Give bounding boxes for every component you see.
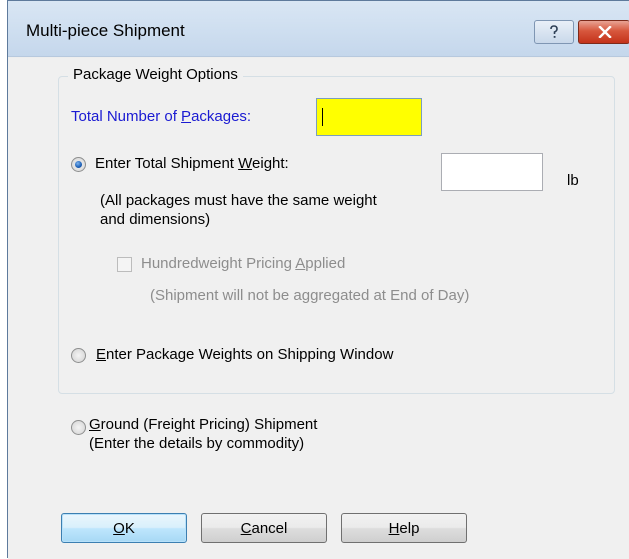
- label-text: nter Package Weights on Shipping Window: [106, 346, 394, 363]
- cancel-button[interactable]: Cancel: [201, 513, 327, 543]
- ground-freight-label[interactable]: Ground (Freight Pricing) Shipment: [89, 416, 317, 433]
- same-weight-note-line1: (All packages must have the same weight: [100, 192, 377, 209]
- group-legend: Package Weight Options: [68, 66, 243, 83]
- button-label: K: [124, 519, 135, 537]
- total-weight-radio[interactable]: [71, 157, 86, 172]
- ok-button[interactable]: OK: [61, 513, 187, 543]
- close-button[interactable]: [578, 20, 629, 44]
- total-packages-input[interactable]: [316, 98, 422, 136]
- dialog-title: Multi-piece Shipment: [26, 21, 185, 40]
- accelerator-key: A: [295, 255, 306, 272]
- package-weights-label[interactable]: Enter Package Weights on Shipping Window: [96, 346, 393, 363]
- title-bar[interactable]: Multi-piece Shipment: [8, 1, 629, 57]
- button-label: ancel: [251, 519, 288, 537]
- hundredweight-checkbox[interactable]: [117, 257, 132, 272]
- accelerator-key: C: [240, 519, 252, 537]
- label-text: eight:: [252, 155, 289, 172]
- accelerator-key: O: [113, 519, 125, 537]
- question-mark-icon: [550, 25, 558, 38]
- aggregation-note: (Shipment will not be aggregated at End …: [150, 287, 470, 304]
- label-text: Hundredweight Pricing: [141, 255, 296, 272]
- accelerator-key: G: [89, 416, 101, 433]
- close-icon: [597, 26, 612, 38]
- label-text: round (Freight Pricing) Shipment: [100, 416, 318, 433]
- help-button[interactable]: Help: [341, 513, 467, 543]
- ground-freight-radio[interactable]: [71, 420, 86, 435]
- accelerator-key: P: [181, 108, 192, 125]
- accelerator-key: H: [388, 519, 400, 537]
- label-text: Total Number of: [71, 108, 182, 125]
- label-text: pplied: [305, 255, 346, 272]
- same-weight-note-line2: and dimensions): [100, 211, 211, 228]
- hundredweight-label[interactable]: Hundredweight Pricing Applied: [141, 255, 345, 272]
- text-caret: [322, 108, 323, 126]
- dialog-body: Package Weight Options Total Number of P…: [8, 58, 629, 559]
- titlebar-help-button[interactable]: [534, 20, 574, 44]
- accelerator-key: E: [96, 346, 107, 363]
- commodity-note: (Enter the details by commodity): [89, 435, 305, 452]
- total-weight-input[interactable]: [441, 153, 543, 191]
- accelerator-key: W: [238, 155, 253, 172]
- button-label: elp: [399, 519, 420, 537]
- label-text: ackages:: [191, 108, 252, 125]
- package-weights-radio[interactable]: [71, 348, 86, 363]
- total-packages-label: Total Number of Packages:: [71, 108, 251, 125]
- total-weight-label[interactable]: Enter Total Shipment Weight:: [95, 155, 289, 172]
- multi-piece-shipment-dialog: Multi-piece Shipment Package Weight Opti…: [7, 0, 629, 559]
- weight-unit-label: lb: [567, 172, 579, 189]
- label-text: Enter Total Shipment: [95, 155, 239, 172]
